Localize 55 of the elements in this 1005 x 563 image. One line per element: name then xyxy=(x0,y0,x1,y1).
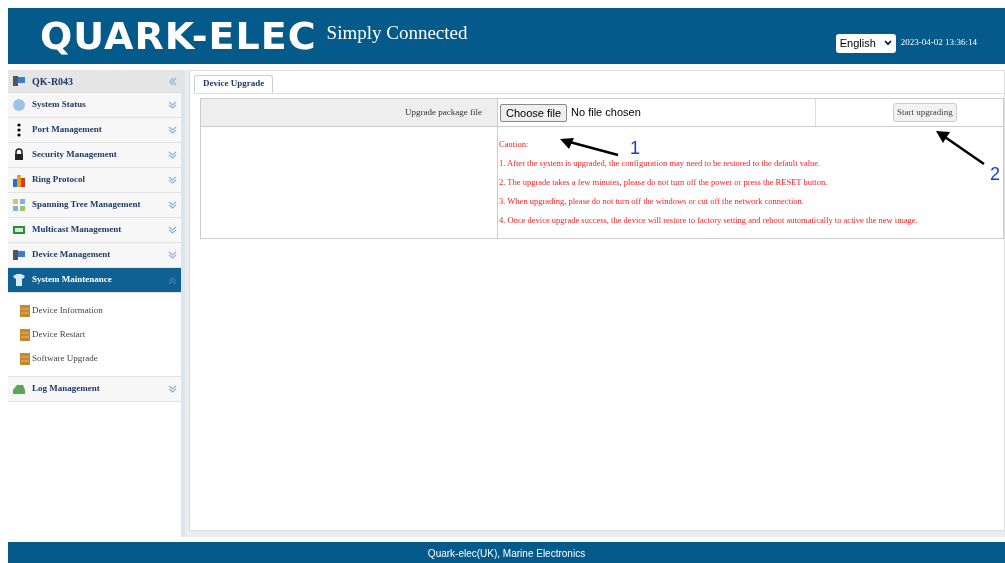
grid-icon xyxy=(12,198,26,212)
sidebar-item[interactable]: Log Management xyxy=(8,377,181,402)
collapse-icon[interactable] xyxy=(168,76,177,86)
page-icon xyxy=(20,352,30,365)
submenu-item[interactable]: Device Information xyxy=(8,303,181,318)
chevron-down-icon xyxy=(168,225,177,235)
sidebar-item[interactable]: System Status xyxy=(8,93,181,118)
computer-icon xyxy=(12,248,26,262)
sidebar-item[interactable]: Port Management xyxy=(8,118,181,143)
tray-icon xyxy=(12,382,26,396)
sidebar-item[interactable]: Security Management xyxy=(8,143,181,168)
caution-text: 1. After the system is upgraded, the configuration may need to be restored to the default value. xyxy=(499,158,821,169)
page-icon xyxy=(20,328,30,341)
footer-text: Quark-elec(UK), Marine Electronics xyxy=(427,547,586,561)
file-status: No file chosen xyxy=(571,105,641,121)
logo: QUARK-ELEC xyxy=(40,17,317,55)
chevron-down-icon xyxy=(883,40,892,46)
shirt-icon xyxy=(12,273,26,287)
chevron-down-icon xyxy=(168,100,177,110)
chevron-down-icon xyxy=(168,250,177,260)
sidebar-item[interactable]: Device Management xyxy=(8,243,181,268)
chevron-down-icon xyxy=(168,175,177,185)
page-icon xyxy=(20,304,30,317)
chevron-up-icon xyxy=(168,275,177,285)
sidebar-header[interactable]: QK-R043 xyxy=(8,70,181,93)
caution-text: 3. When upgrading, please do not turn off the windows or cut off the network connection. xyxy=(499,196,804,207)
annotation-arrow xyxy=(560,137,620,157)
sidebar-item[interactable]: Multicast Management xyxy=(8,218,181,243)
submenu-item[interactable]: Software Upgrade xyxy=(8,351,181,366)
chevron-down-icon xyxy=(168,200,177,210)
sidebar-item[interactable]: System Maintenance xyxy=(8,268,181,293)
chevron-down-icon xyxy=(168,125,177,135)
monitor-icon xyxy=(12,223,26,237)
tab[interactable]: Device Upgrade xyxy=(194,75,274,93)
start-upgrading-button[interactable]: Start upgrading xyxy=(893,103,957,122)
bar-chart-icon xyxy=(12,173,26,187)
datetime: 2023-04-02 13:36:14 xyxy=(900,36,977,50)
tagline: Simply Connected xyxy=(326,20,468,45)
chevron-down-icon xyxy=(168,384,177,394)
computer-icon xyxy=(12,74,26,88)
sidebar-item[interactable]: Spanning Tree Management xyxy=(8,193,181,218)
globe-icon xyxy=(12,98,26,112)
annotation-number: 1 xyxy=(630,139,640,157)
choose-file-button[interactable]: Choose file xyxy=(500,103,568,122)
caution-text: 2. The upgrade takes a few minutes, please do not turn off the power or press the RESET button. xyxy=(499,177,828,188)
chevron-down-icon xyxy=(168,150,177,160)
submenu-item[interactable]: Device Restart xyxy=(8,327,181,342)
field-label: Upgrade package file xyxy=(201,99,498,126)
annotation-number: 2 xyxy=(990,165,1000,183)
lock-icon xyxy=(12,148,26,162)
caution-text: Caution: xyxy=(499,139,529,150)
sidebar-item[interactable]: Ring Protocol xyxy=(8,168,181,193)
language-select[interactable]: English xyxy=(835,33,896,53)
caution-text: 4. Once device upgrade success, the device will restore to factory setting and reboot automatically to active the new image. xyxy=(499,215,918,226)
annotation-arrow xyxy=(936,130,986,166)
